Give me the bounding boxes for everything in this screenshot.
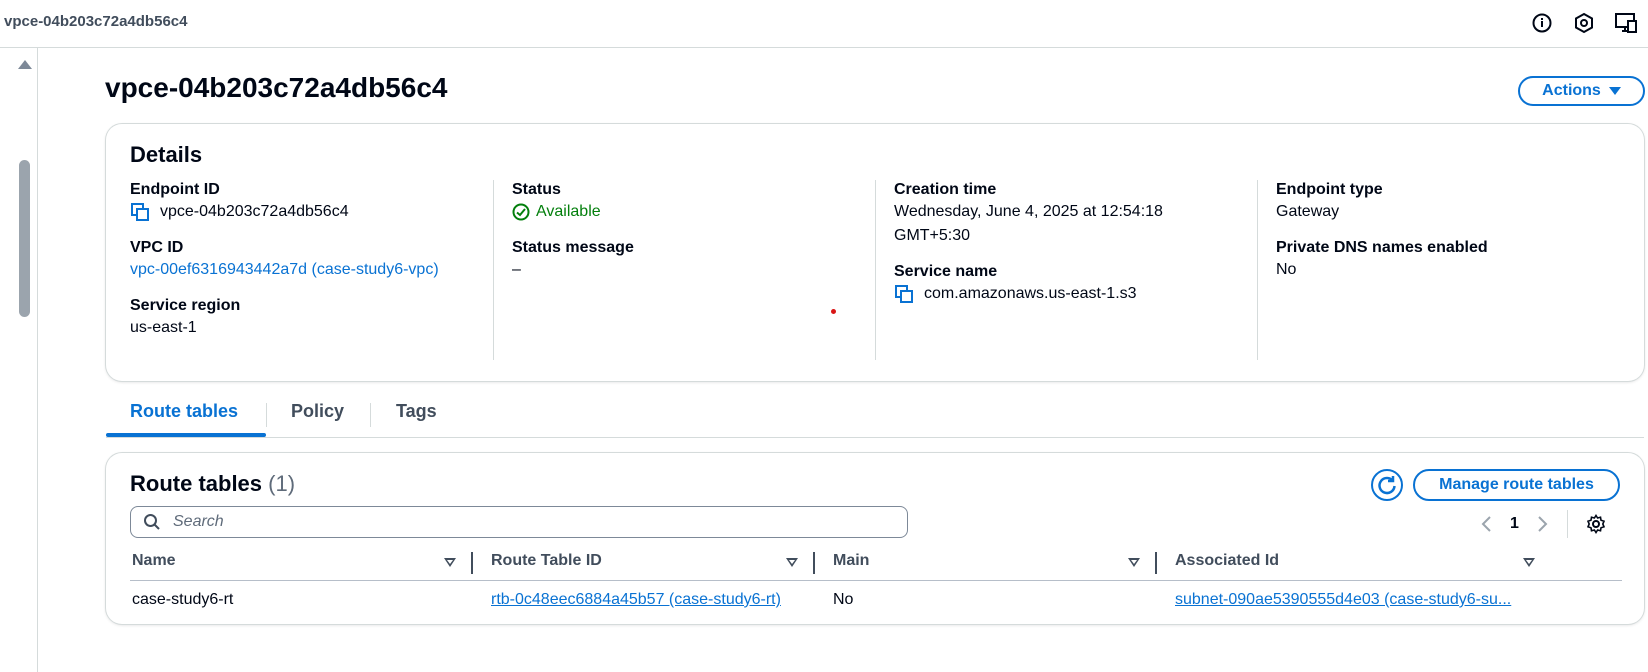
service-name-value: com.amazonaws.us-east-1.s3 [924,285,1137,302]
tab-policy[interactable]: Policy [291,401,344,422]
endpoint-id-value: vpce-04b203c72a4db56c4 [160,203,349,220]
service-region-label: Service region [130,297,241,314]
status-label: Status [512,181,561,198]
display-settings-icon[interactable] [1614,11,1638,35]
sort-icon[interactable] [1523,558,1535,567]
private-dns-label: Private DNS names enabled [1276,239,1488,256]
endpoint-id-label: Endpoint ID [130,181,220,198]
details-column-2: Status Available Status message – [493,180,873,360]
details-panel: Details Endpoint ID vpce-04b203c72a4db56… [106,124,1644,381]
service-name-label: Service name [894,263,998,280]
refresh-icon [1371,469,1403,501]
column-header-associated-id[interactable]: Associated Id [1175,552,1279,570]
creation-time-value-line1: Wednesday, June 4, 2025 at 12:54:18 [894,203,1163,220]
topbar-icons [1530,11,1638,35]
table-row: case-study6-rt rtb-0c48eec6884a45b57 (ca… [130,581,1622,617]
route-tables-panel: Route tables (1) Manage route tables 1 N… [106,453,1644,624]
tab-divider [266,403,267,427]
gear-icon[interactable] [1586,514,1606,534]
column-resizer[interactable] [1155,552,1157,574]
column-header-main[interactable]: Main [833,552,869,570]
info-icon[interactable] [1530,11,1554,35]
endpoint-type-value: Gateway [1276,203,1340,220]
column-header-name[interactable]: Name [132,552,176,570]
details-column-4: Endpoint type Gateway Private DNS names … [1257,180,1637,360]
route-tables-title: Route tables (1) [130,471,295,497]
breadcrumb[interactable]: vpce-04b203c72a4db56c4 [4,13,187,30]
route-tables-heading: Route tables [130,471,263,496]
tab-divider [370,403,371,427]
tab-route-tables[interactable]: Route tables [130,401,238,422]
chevron-left-icon[interactable] [1480,515,1492,533]
column-resizer[interactable] [471,552,473,574]
sort-icon[interactable] [1128,558,1140,567]
column-header-route-table-id[interactable]: Route Table ID [491,552,602,570]
table-header: Name Route Table ID Main Associated Id [130,546,1622,581]
caret-down-icon [1608,87,1621,95]
top-bar: vpce-04b203c72a4db56c4 [0,0,1648,48]
details-column-3: Creation time Wednesday, June 4, 2025 at… [875,180,1255,360]
copy-icon[interactable] [130,202,150,222]
vpc-id-label: VPC ID [130,239,184,256]
cell-name: case-study6-rt [132,591,234,608]
actions-button-label: Actions [1542,82,1601,99]
cursor-dot [831,309,836,314]
page-title: vpce-04b203c72a4db56c4 [105,72,448,103]
tab-tags[interactable]: Tags [396,401,437,422]
scrollbar-thumb[interactable] [19,160,30,317]
cell-main: No [833,591,854,608]
search-icon [144,514,160,530]
check-circle-icon [512,203,530,221]
column-resizer[interactable] [813,552,815,574]
scroll-up-icon[interactable] [18,60,32,69]
feedback-icon[interactable] [1572,11,1596,35]
endpoint-type-label: Endpoint type [1276,181,1383,198]
vpc-id-link[interactable]: vpc-00ef6316943442a7d (case-study6-vpc) [130,258,490,282]
manage-route-tables-button[interactable]: Manage route tables [1413,469,1620,501]
sort-icon[interactable] [444,558,456,567]
private-dns-value: No [1276,261,1297,278]
actions-button[interactable]: Actions [1518,76,1645,106]
status-value: Available [536,203,601,220]
copy-icon[interactable] [894,284,914,304]
creation-time-label: Creation time [894,181,997,198]
details-column-1: Endpoint ID vpce-04b203c72a4db56c4 VPC I… [130,180,490,360]
pager-divider [1566,510,1568,538]
tab-bar: Route tables Policy Tags [106,395,1644,438]
sort-icon[interactable] [786,558,798,567]
search-box[interactable] [130,506,908,538]
service-region-value: us-east-1 [130,319,197,336]
route-tables-count: (1) [268,471,296,496]
search-input[interactable] [171,512,875,532]
left-rail [0,48,38,672]
details-title: Details [130,142,203,167]
cell-route-table-id-link[interactable]: rtb-0c48eec6884a45b57 (case-study6-rt) [491,591,811,609]
cell-associated-id-link[interactable]: subnet-090ae5390555d4e03 (case-study6-su… [1175,591,1622,609]
route-tables-table: Name Route Table ID Main Associated Id c… [130,546,1622,617]
status-message-label: Status message [512,239,634,256]
pagination: 1 [1480,510,1606,538]
page-number[interactable]: 1 [1510,515,1519,533]
chevron-right-icon[interactable] [1537,515,1549,533]
creation-time-value-line2: GMT+5:30 [894,227,971,244]
active-tab-indicator [106,433,266,437]
refresh-button[interactable] [1371,469,1403,501]
status-message-value: – [512,261,521,278]
